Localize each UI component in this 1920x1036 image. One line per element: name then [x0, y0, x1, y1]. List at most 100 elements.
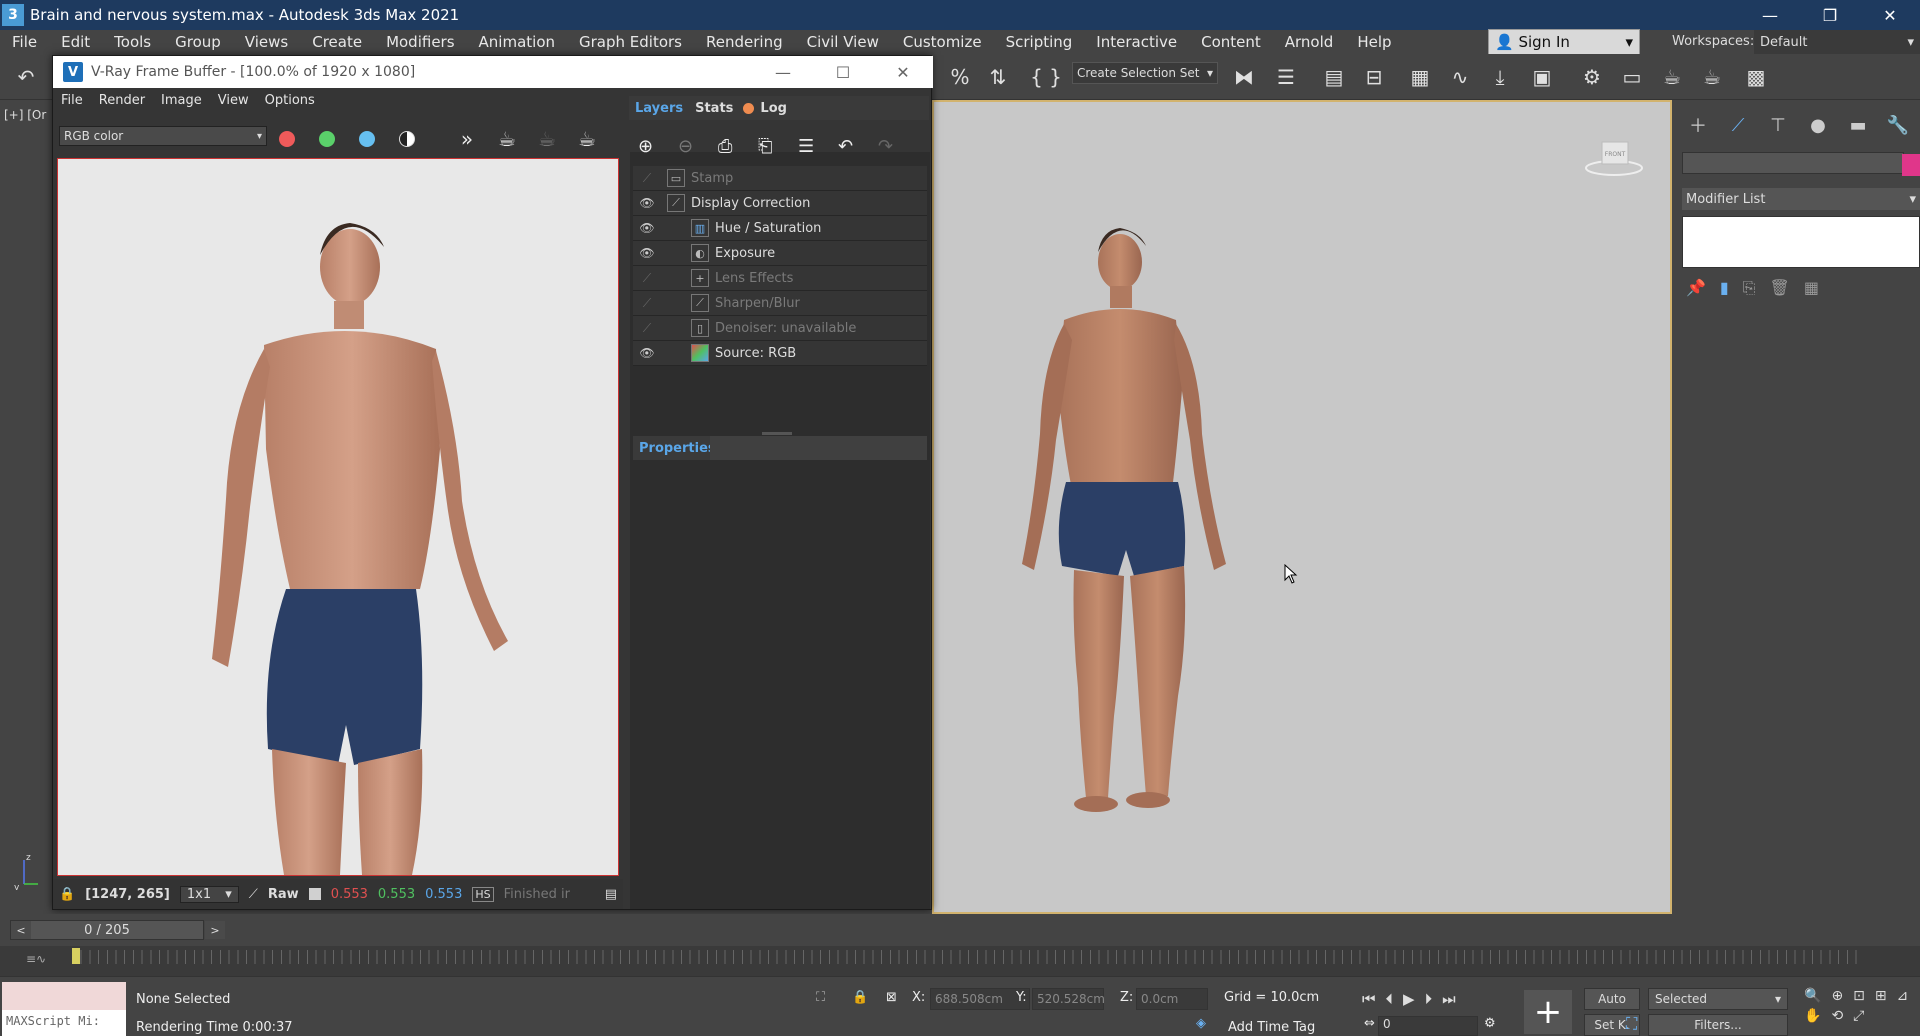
spinner-snap-icon[interactable]: ⇅ [982, 62, 1014, 92]
load-layers-icon[interactable]: ⎗ [758, 136, 772, 157]
modify-tab-icon[interactable]: ⟋ [1722, 112, 1754, 138]
eye-icon[interactable]: 👁 [635, 221, 659, 235]
absolute-mode-icon[interactable]: ⊠ [886, 990, 897, 1005]
menu-tools[interactable]: Tools [102, 33, 163, 51]
menu-animation[interactable]: Animation [467, 33, 567, 51]
modifier-stack[interactable] [1682, 216, 1920, 268]
menu-interactive[interactable]: Interactive [1084, 33, 1189, 51]
lock-icon[interactable]: 🔒 [59, 887, 75, 902]
perspective-viewport[interactable] [932, 100, 1672, 914]
selection-set-dropdown[interactable]: Create Selection Set ▾ [1072, 62, 1218, 84]
mirror-icon[interactable]: ⧓ [1228, 62, 1260, 92]
layer-row[interactable]: 👁 ◐ Exposure [633, 241, 927, 266]
show-end-result-icon[interactable]: ▮ [1720, 278, 1729, 298]
set-key-button[interactable]: + [1524, 990, 1572, 1034]
vfb-menu-options[interactable]: Options [257, 93, 323, 108]
add-time-tag[interactable]: Add Time Tag [1228, 1020, 1315, 1035]
minimize-button[interactable]: — [1740, 0, 1800, 30]
timeline-track[interactable]: ≡∿ [0, 946, 1920, 976]
scene-explorer-icon[interactable]: ▤ [1318, 62, 1350, 92]
menu-arnold[interactable]: Arnold [1273, 33, 1346, 51]
layer-row[interactable]: ⟋ + Lens Effects [633, 266, 927, 291]
render-production-icon[interactable]: ☕ [1656, 62, 1688, 92]
key-filters-icon[interactable]: ⛶ [1626, 1014, 1637, 1034]
motion-tab-icon[interactable]: ● [1802, 112, 1834, 138]
time-slider[interactable]: < 0 / 205 > [10, 920, 225, 940]
channel-dropdown[interactable]: RGB color ▾ [59, 126, 267, 146]
menu-views[interactable]: Views [233, 33, 300, 51]
y-coordinate-field[interactable]: 520.528cm [1032, 988, 1105, 1010]
next-frame-icon[interactable]: ⏵ [1425, 990, 1433, 1008]
x-coordinate-field[interactable]: 688.508cm [930, 988, 1030, 1010]
layer-row[interactable]: ⟋ ▭ Stamp [633, 166, 927, 191]
current-frame-marker[interactable] [72, 948, 80, 964]
mini-curve-editor-icon[interactable]: ≡∿ [26, 952, 46, 966]
alpha-channel-toggle[interactable] [399, 131, 415, 147]
pan-icon[interactable]: ✋ [1804, 1008, 1821, 1024]
percent-snap-icon[interactable]: % [944, 62, 976, 92]
prev-frame-button[interactable]: < [11, 921, 31, 939]
layer-row[interactable]: 👁 ▥ Hue / Saturation [633, 216, 927, 241]
previous-frame-icon[interactable]: ⏴ [1386, 990, 1394, 1008]
more-tools-icon[interactable]: » [453, 126, 481, 152]
menu-rendering[interactable]: Rendering [694, 33, 795, 51]
delete-layer-icon[interactable]: ⊖ [678, 136, 693, 157]
curve-editor-icon[interactable]: ∿ [1444, 62, 1476, 92]
ribbon-icon[interactable]: ▦ [1404, 62, 1436, 92]
time-config-icon[interactable]: ⚙ [1484, 1016, 1496, 1031]
add-layer-icon[interactable]: ⊕ [638, 136, 653, 157]
vfb-maximize-button[interactable]: ☐ [813, 56, 873, 88]
render-iterative-icon[interactable]: ☕ [1696, 62, 1728, 92]
auto-key-button[interactable]: Auto [1584, 988, 1640, 1010]
edit-named-selection-icon[interactable]: { } [1030, 62, 1062, 92]
undo-icon[interactable]: ↶ [838, 136, 853, 157]
vfb-menu-view[interactable]: View [210, 93, 257, 108]
viewcube-icon[interactable]: FRONT [1584, 134, 1644, 178]
layer-row[interactable]: ⟋ ▯ Denoiser: unavailable [633, 316, 927, 341]
play-icon[interactable]: ▶ [1403, 990, 1415, 1008]
align-icon[interactable]: ☰ [1270, 62, 1302, 92]
menu-graph-editors[interactable]: Graph Editors [567, 33, 694, 51]
time-tag-icon[interactable]: ◈ [1196, 1016, 1206, 1031]
modifier-list-dropdown[interactable]: Modifier List ▾ [1682, 188, 1920, 210]
layer-explorer-icon[interactable]: ⊟ [1358, 62, 1390, 92]
visibility-off-icon[interactable]: ⟋ [635, 321, 659, 336]
menu-help[interactable]: Help [1345, 33, 1403, 51]
eye-icon[interactable]: 👁 [635, 346, 659, 360]
redo-icon[interactable]: ↷ [878, 136, 893, 157]
eye-icon[interactable]: 👁 [635, 246, 659, 260]
layer-presets-icon[interactable]: ☰ [798, 136, 814, 157]
eye-icon[interactable]: 👁 [635, 196, 659, 210]
create-tab-icon[interactable]: ＋ [1682, 112, 1714, 138]
next-frame-button[interactable]: > [205, 921, 225, 939]
start-interactive-render-icon[interactable]: ☕ [493, 126, 521, 152]
tab-layers[interactable]: Layers [629, 101, 689, 116]
z-coordinate-field[interactable]: 0.0cm [1136, 988, 1208, 1010]
object-name-field[interactable] [1682, 152, 1904, 174]
menu-civil-view[interactable]: Civil View [795, 33, 891, 51]
hsv-toggle[interactable]: HS [472, 886, 494, 902]
undo-icon[interactable]: ↶ [10, 62, 42, 92]
vfb-menu-render[interactable]: Render [91, 93, 153, 108]
maxscript-listener[interactable]: MAXScript Mi: [2, 982, 126, 1036]
rendered-image[interactable] [57, 158, 619, 876]
menu-edit[interactable]: Edit [49, 33, 102, 51]
menu-modifiers[interactable]: Modifiers [374, 33, 466, 51]
zoom-all-icon[interactable]: ⊕ [1831, 988, 1843, 1004]
rendered-frame-window-icon[interactable]: ▭ [1616, 62, 1648, 92]
menu-create[interactable]: Create [300, 33, 374, 51]
panel-splitter[interactable] [762, 432, 792, 435]
dope-sheet-icon[interactable]: ⤓ [1484, 62, 1516, 92]
hierarchy-tab-icon[interactable]: ⊤ [1762, 112, 1794, 138]
utilities-tab-icon[interactable]: 🔧 [1882, 112, 1914, 138]
zoom-extents-icon[interactable]: ⊡ [1853, 988, 1865, 1004]
layer-row[interactable]: 👁 ⟋ Display Correction [633, 191, 927, 216]
field-of-view-icon[interactable]: ⊿ [1897, 988, 1909, 1004]
green-channel-toggle[interactable] [319, 131, 335, 147]
visibility-off-icon[interactable]: ⟋ [635, 296, 659, 311]
save-layers-icon[interactable]: ⎙ [718, 136, 732, 157]
configure-modifier-sets-icon[interactable]: ▦ [1804, 278, 1819, 298]
make-unique-icon[interactable]: ⎘ [1743, 278, 1756, 298]
red-channel-toggle[interactable] [279, 131, 295, 147]
menu-file[interactable]: File [0, 33, 49, 51]
